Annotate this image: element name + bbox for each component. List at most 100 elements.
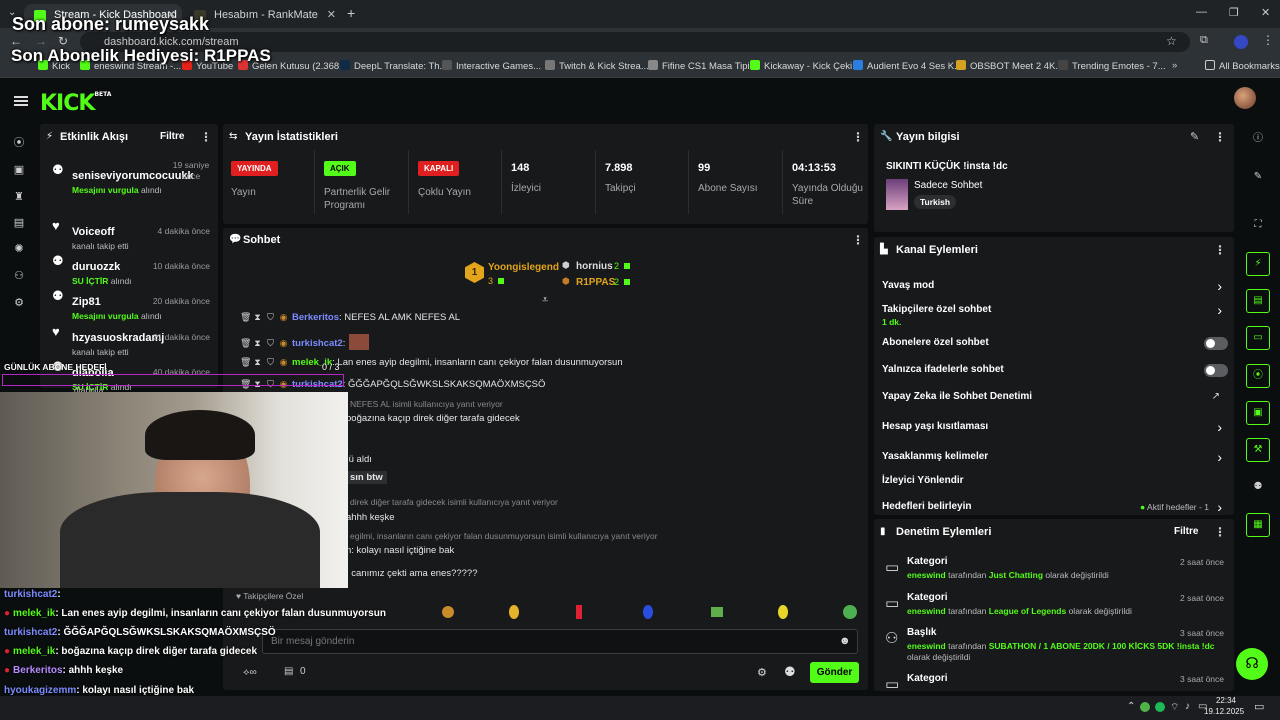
profile-icon[interactable] — [1234, 35, 1248, 49]
bookmark-item[interactable]: Audient Evo 4 Ses K... — [853, 60, 962, 72]
mod-action-user[interactable]: eneswind — [907, 606, 946, 616]
external-link-icon[interactable]: ↗ — [1212, 391, 1220, 402]
quick-action-tool-icon[interactable]: ⚒ — [1246, 438, 1270, 462]
info-icon[interactable]: ⓘ — [1246, 128, 1270, 152]
emoji-icon[interactable]: ☻ — [839, 635, 851, 647]
delete-icon[interactable]: 🗑 — [240, 312, 251, 323]
chevron-right-icon[interactable]: › — [1217, 419, 1222, 435]
quick-action-doc-icon[interactable]: ▤ — [1246, 289, 1270, 313]
avatar[interactable] — [1234, 87, 1256, 109]
chat-username[interactable]: Berkeritos — [292, 312, 339, 323]
mod-actions-menu-icon[interactable]: ⋮ — [1214, 525, 1226, 539]
points-icon[interactable]: ⟡∞ — [243, 667, 257, 678]
chat-message[interactable]: 🗑 ⧗ ⛉ ◉ turkishcat2: — [240, 334, 370, 350]
quick-action-lightning-icon[interactable]: ⚡ — [1246, 252, 1270, 276]
toggle-switch[interactable] — [1204, 364, 1228, 377]
notifications-icon[interactable]: ▭ — [1254, 700, 1264, 713]
chat-message[interactable]: 🗑 ⧗ ⛉ ◉ Berkeritos: NEFES AL AMK NEFES AL — [240, 312, 460, 323]
bot-icon[interactable]: ⚉ — [784, 664, 796, 680]
game-icon[interactable]: ⚉ — [1246, 476, 1270, 500]
language-tag[interactable]: Turkish — [914, 195, 957, 209]
channel-action-row[interactable]: Yavaş mod › — [882, 278, 1226, 296]
timeout-icon[interactable]: ⧗ — [253, 357, 262, 368]
channel-action-row[interactable]: Hesap yaşı kısıtlaması › — [882, 419, 1226, 437]
emote-icon[interactable] — [711, 607, 723, 617]
category-name[interactable]: Sadece Sohbet — [914, 180, 982, 191]
users-icon[interactable]: ⚇ — [12, 269, 26, 283]
chat-menu-icon[interactable]: ⋮ — [852, 233, 864, 247]
edit-pencil-icon[interactable]: ✎ — [1190, 130, 1199, 143]
bookmark-item[interactable]: Trending Emotes - 7... — [1058, 60, 1166, 72]
mod-action-user[interactable]: eneswind — [907, 570, 946, 580]
chat-username[interactable]: turkishcat2 — [292, 338, 343, 349]
activity-menu-icon[interactable]: ⋮ — [200, 130, 212, 144]
leader-name[interactable]: Yoongislegend — [488, 262, 559, 273]
community-icon[interactable]: ▤ — [12, 216, 26, 230]
bookmark-item[interactable]: Twitch & Kick Strea... — [545, 60, 649, 72]
channel-action-row[interactable]: Yasaklanmış kelimeler › — [882, 449, 1226, 467]
bookmark-star-icon[interactable]: ☆ — [1166, 34, 1177, 48]
activity-user[interactable]: Zip81 — [72, 296, 101, 308]
edit-icon[interactable]: ✎ — [1246, 166, 1270, 190]
leader-name[interactable]: hornius — [576, 261, 613, 272]
channel-action-row[interactable]: İzleyici Yönlendir — [882, 475, 1226, 491]
ban-icon[interactable]: ⛉ — [266, 312, 275, 323]
mod-action-user[interactable]: eneswind — [907, 641, 946, 651]
ban-icon[interactable]: ⛉ — [266, 338, 275, 349]
channel-action-row[interactable]: Yapay Zeka ile Sohbet Denetimi ↗ — [882, 391, 1226, 407]
trophy-icon[interactable]: ♜ — [12, 190, 26, 204]
channel-action-row[interactable]: Yalnızca ifadelerle sohbet — [882, 364, 1228, 380]
emote-icon[interactable] — [843, 605, 857, 619]
live-icon[interactable]: ⦿ — [12, 136, 26, 150]
emote-icon[interactable] — [576, 605, 582, 619]
leader-name[interactable]: R1PPAS — [576, 277, 615, 288]
chat-settings-icon[interactable]: ⚙ — [757, 666, 767, 679]
spotify-icon[interactable] — [1155, 702, 1165, 712]
send-button[interactable]: Gönder — [810, 662, 859, 683]
chat-message[interactable]: 🗑 ⧗ ⛉ ◉ melek_ik: Lan enes ayip degilmi, ins… — [240, 357, 623, 368]
tray-app-icon[interactable] — [1140, 702, 1150, 712]
chevron-right-icon[interactable]: › — [1217, 302, 1222, 318]
wifi-icon[interactable]: ⌔ — [1170, 701, 1179, 714]
quick-action-live-icon[interactable]: ⦿ — [1246, 364, 1270, 388]
quick-action-chat-icon[interactable]: ▭ — [1246, 326, 1270, 350]
bookmark-item[interactable]: Interactive Games... — [442, 60, 541, 72]
channel-action-row[interactable]: Hedefleri belirleyin › ● Aktif hedefler - … — [882, 499, 1226, 517]
delete-icon[interactable]: 🗑 — [240, 357, 251, 368]
bookmark-item[interactable]: DeepL Translate: Th... — [340, 60, 447, 72]
emote-icon[interactable] — [509, 605, 519, 619]
gear-icon[interactable]: ⚙ — [12, 296, 26, 310]
stats-menu-icon[interactable]: ⋮ — [852, 130, 864, 144]
stream-info-menu-icon[interactable]: ⋮ — [1214, 130, 1226, 144]
delete-icon[interactable]: 🗑 — [240, 338, 251, 349]
more-bookmarks-icon[interactable]: » — [1172, 60, 1177, 71]
emote-icon[interactable] — [643, 605, 653, 619]
menu-icon[interactable] — [14, 96, 28, 106]
toggle-switch[interactable] — [1204, 337, 1228, 350]
chevron-right-icon[interactable]: › — [1217, 449, 1222, 465]
emote-icon[interactable] — [778, 605, 788, 619]
chat-input[interactable]: Bir mesaj gönderin ☻ — [262, 629, 858, 654]
window-close-icon[interactable]: ✕ — [1261, 6, 1270, 19]
maximize-icon[interactable]: ❐ — [1229, 6, 1239, 19]
mod-filter-button[interactable]: Filtre — [1174, 526, 1198, 537]
bookmark-item[interactable]: OBSBOT Meet 2 4K... — [956, 60, 1063, 72]
quick-action-save-icon[interactable]: ▣ — [1246, 401, 1270, 425]
volume-icon[interactable]: ♪ — [1185, 701, 1190, 712]
all-bookmarks[interactable]: All Bookmarks — [1205, 60, 1280, 72]
expand-leaderboard-icon[interactable]: ⩡ — [542, 294, 548, 307]
timeout-icon[interactable]: ⧗ — [253, 338, 262, 349]
close-tab-icon[interactable]: ✕ — [327, 8, 336, 21]
bookmark-item[interactable]: Fifine CS1 Masa Tipi... — [648, 60, 758, 72]
extensions-icon[interactable]: ⧉ — [1200, 34, 1208, 47]
kick-logo[interactable]: KICKBETA — [40, 91, 111, 116]
chest-icon[interactable]: ▤ — [284, 666, 293, 677]
dashboard-icon[interactable]: ▣ — [12, 163, 26, 177]
settings-cog-icon[interactable]: ✺ — [12, 242, 26, 256]
activity-filter-button[interactable]: Filtre — [160, 131, 184, 142]
browser-menu-icon[interactable]: ⋮ — [1262, 33, 1274, 47]
minimize-icon[interactable]: — — [1196, 6, 1207, 18]
chevron-right-icon[interactable]: › — [1217, 278, 1222, 294]
bookmark-item[interactable]: Kickaway - Kick Çeki... — [750, 60, 860, 72]
new-tab-icon[interactable]: + — [347, 5, 355, 21]
